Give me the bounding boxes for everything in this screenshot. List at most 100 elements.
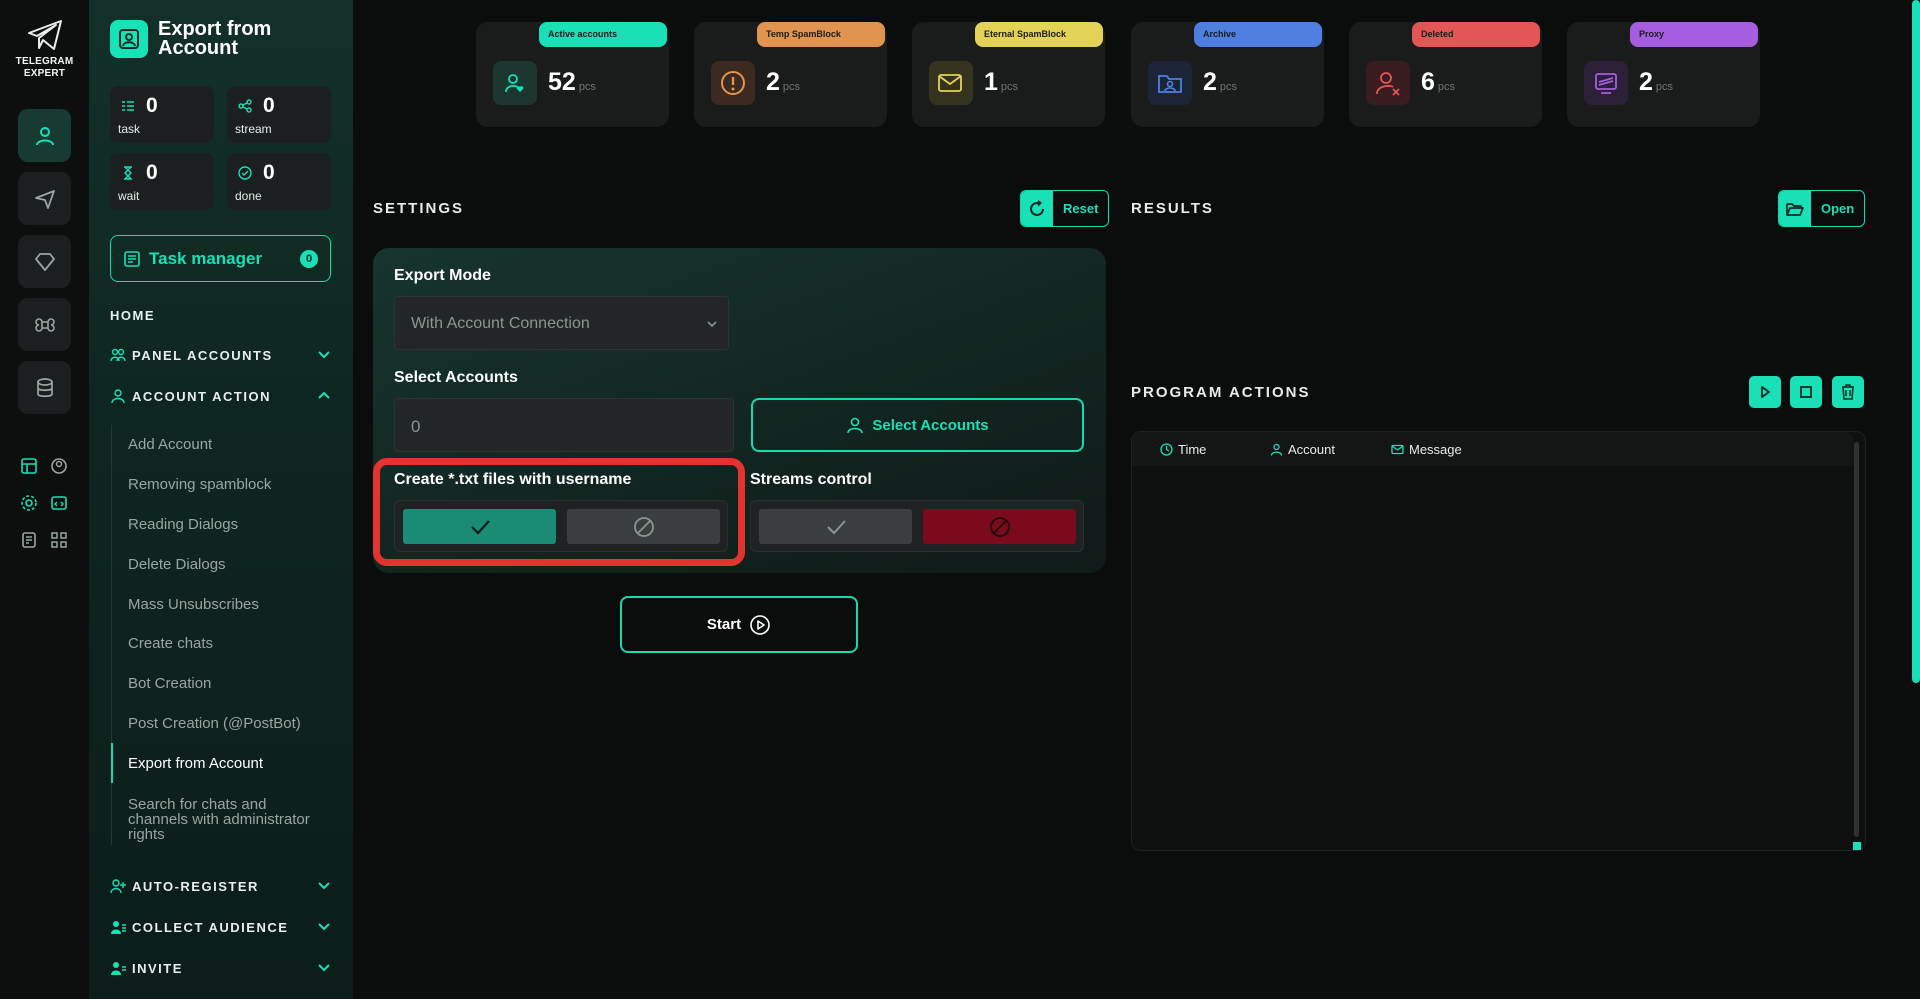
kpi-eternal-spamblock-label: Eternal SpamBlock: [975, 22, 1103, 47]
rail-send-button[interactable]: [18, 172, 71, 225]
start-button-label: Start: [706, 616, 742, 633]
rail-accounts-button[interactable]: [18, 109, 71, 162]
nav-panel-accounts[interactable]: PANEL ACCOUNTS: [110, 344, 331, 366]
txt-files-disable-toggle[interactable]: [567, 509, 720, 544]
folder-user-icon: [1148, 61, 1192, 105]
user-x-icon: [1366, 61, 1410, 105]
play-circle-icon: [750, 614, 770, 635]
select-accounts-button[interactable]: Select Accounts: [751, 398, 1084, 452]
open-button[interactable]: Open: [1778, 190, 1866, 227]
database-icon: [36, 377, 53, 397]
streams-disable-toggle[interactable]: [923, 509, 1076, 544]
gear-icon[interactable]: [18, 492, 40, 514]
kpi-active-accounts-label: Active accounts: [539, 22, 667, 47]
kpi-archive[interactable]: Archive 2 pcs: [1131, 22, 1324, 127]
sub-delete-dialogs[interactable]: Delete Dialogs: [128, 557, 328, 572]
sub-mass-unsubscribes[interactable]: Mass Unsubscribes: [128, 597, 328, 612]
sub-export-from-account[interactable]: Export from Account: [128, 756, 328, 771]
table-check-icon[interactable]: [18, 455, 40, 477]
col-time-label: Time: [1178, 442, 1207, 457]
stat-done-label: done: [235, 189, 262, 203]
settings-title: SETTINGS: [373, 200, 465, 217]
sub-post-creation[interactable]: Post Creation (@PostBot): [128, 716, 328, 731]
results-title: RESULTS: [1131, 200, 1214, 217]
txt-files-toggle-group: [394, 500, 728, 552]
notes-icon[interactable]: [18, 529, 40, 551]
actions-log[interactable]: Time Account Message: [1131, 431, 1866, 851]
block-icon: [633, 516, 654, 537]
sub-removing-spamblock[interactable]: Removing spamblock: [128, 477, 328, 492]
profile-icon[interactable]: [48, 455, 70, 477]
clear-log-button[interactable]: [1832, 376, 1864, 408]
txt-files-enable-toggle[interactable]: [403, 509, 556, 544]
page-scrollbar[interactable]: [1912, 0, 1920, 683]
sub-create-chats[interactable]: Create chats: [128, 636, 328, 651]
task-manager-button[interactable]: Task manager 0: [110, 235, 331, 282]
sidebar: Export from Account 0 task 0 stream 0 wa…: [89, 0, 353, 999]
kpi-deleted[interactable]: Deleted 6 pcs: [1349, 22, 1542, 127]
chevron-up-icon: [318, 391, 330, 399]
rail-command-button[interactable]: [18, 298, 71, 351]
rail-premium-button[interactable]: [18, 235, 71, 288]
resize-handle[interactable]: [1853, 842, 1861, 850]
streams-enable-toggle[interactable]: [759, 509, 912, 544]
kpi-active-accounts[interactable]: Active accounts 52 pcs: [476, 22, 669, 127]
play-button[interactable]: [1749, 376, 1781, 408]
stat-stream: 0 stream: [227, 86, 331, 143]
col-message-label: Message: [1409, 442, 1462, 457]
share-icon: [238, 99, 252, 113]
code-window-icon[interactable]: [48, 492, 70, 514]
sub-bot-creation[interactable]: Bot Creation: [128, 676, 328, 691]
log-header: Time Account Message: [1132, 432, 1854, 466]
nav-auto-register[interactable]: AUTO-REGISTER: [110, 875, 331, 897]
sub-add-account[interactable]: Add Account: [128, 437, 328, 452]
nav-home[interactable]: HOME: [110, 308, 155, 323]
user-icon: [35, 126, 54, 145]
send-icon: [34, 189, 55, 209]
reset-button[interactable]: Reset: [1020, 190, 1110, 227]
sub-reading-dialogs[interactable]: Reading Dialogs: [128, 517, 328, 532]
diamond-icon: [34, 252, 55, 271]
nav-panel-accounts-label: PANEL ACCOUNTS: [132, 347, 273, 363]
task-manager-label: Task manager: [149, 248, 263, 268]
stat-stream-value: 0: [263, 94, 275, 117]
nav-collect-audience-label: COLLECT AUDIENCE: [132, 919, 289, 935]
stat-task-label: task: [118, 122, 141, 136]
chevron-down-icon: [318, 923, 330, 931]
kpi-eternal-spamblock-value: 1 pcs: [984, 68, 1019, 96]
kpi-proxy-label: Proxy: [1630, 22, 1758, 47]
program-actions-title: PROGRAM ACTIONS: [1131, 384, 1311, 401]
kpi-eternal-spamblock[interactable]: Eternal SpamBlock 1 pcs: [912, 22, 1105, 127]
export-mode-select[interactable]: With Account Connection: [394, 296, 729, 350]
nav-account-action[interactable]: ACCOUNT ACTION: [110, 385, 331, 407]
kpi-active-accounts-value: 52 pcs: [548, 68, 596, 96]
alert-circle-icon: [711, 61, 755, 105]
log-scrollbar[interactable]: [1854, 442, 1859, 837]
start-button[interactable]: Start: [620, 596, 858, 653]
nav-auto-register-label: AUTO-REGISTER: [132, 878, 259, 894]
user-list-icon: [111, 921, 126, 934]
kpi-deleted-value: 6 pcs: [1421, 68, 1456, 96]
check-icon: [826, 519, 846, 534]
page-title: Export from Account: [158, 18, 272, 59]
kpi-proxy-value: 2 pcs: [1639, 68, 1674, 96]
streams-toggle-group: [750, 500, 1084, 552]
proxy-icon: [1584, 61, 1628, 105]
col-message[interactable]: Message: [1391, 442, 1462, 457]
kpi-archive-label: Archive: [1194, 22, 1322, 47]
accounts-count-input[interactable]: 0: [394, 398, 734, 452]
kpi-proxy[interactable]: Proxy 2 pcs: [1567, 22, 1760, 127]
nav-collect-audience[interactable]: COLLECT AUDIENCE: [110, 916, 331, 938]
col-account[interactable]: Account: [1270, 442, 1335, 457]
col-time[interactable]: Time: [1160, 442, 1206, 457]
apps-icon[interactable]: [48, 529, 70, 551]
rail-database-button[interactable]: [18, 361, 71, 414]
submenu-active-indicator: [111, 743, 113, 783]
stop-button[interactable]: [1790, 376, 1822, 408]
txt-files-label: Create *.txt files with username: [394, 471, 632, 488]
kpi-temp-spamblock[interactable]: Temp SpamBlock 2 pcs: [694, 22, 887, 127]
user-icon: [1270, 443, 1283, 456]
sub-search-admin-chats[interactable]: Search for chats and channels with admin…: [128, 797, 328, 842]
export-mode-value: With Account Connection: [411, 315, 590, 332]
nav-invite[interactable]: INVITE: [110, 957, 331, 979]
